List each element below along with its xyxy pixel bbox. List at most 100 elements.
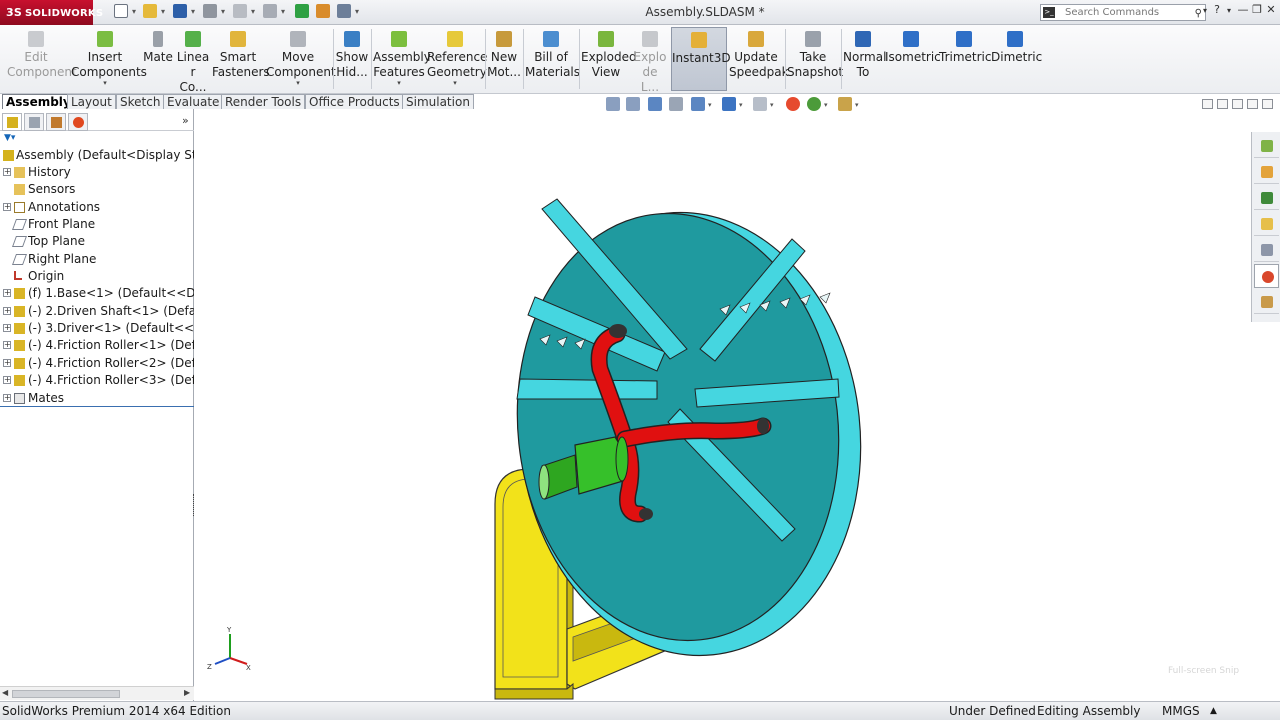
expand-icon[interactable]: + (3, 324, 11, 332)
tab-evaluate[interactable]: Evaluate (163, 94, 224, 109)
scrollbar-thumb[interactable] (12, 690, 120, 698)
move-component-dropdown-icon[interactable]: ▾ (266, 80, 330, 87)
tree-item-right-plane[interactable]: Right Plane (0, 251, 194, 268)
solidworks-logo[interactable]: 3S SOLIDWORKS (0, 0, 103, 25)
rebuild-icon[interactable] (295, 4, 309, 18)
file-properties-icon[interactable] (316, 4, 330, 18)
options-dropdown-icon[interactable]: ▾ (355, 7, 359, 16)
tree-item-driven-shaft[interactable]: + (-) 2.Driven Shaft<1> (Default< (0, 303, 194, 320)
smart-fasteners-button[interactable]: Smart Fasteners (212, 27, 270, 91)
view-orientation-icon[interactable] (691, 97, 705, 111)
tree-item-front-plane[interactable]: Front Plane (0, 216, 194, 233)
tab-assembly[interactable]: Assembly (2, 94, 75, 109)
new-dropdown-icon[interactable]: ▾ (132, 7, 136, 16)
tree-item-driver[interactable]: + (-) 3.Driver<1> (Default<<Defa (0, 320, 194, 337)
assembly-features-button[interactable]: Assembly Features ▾ (373, 27, 431, 91)
custom-properties-tab[interactable] (1254, 264, 1279, 288)
viewport-close-icon[interactable] (1262, 99, 1273, 109)
instant3d-button[interactable]: Instant3D (671, 27, 731, 91)
expand-icon[interactable]: + (3, 168, 11, 176)
viewport-restore-icon[interactable] (1247, 99, 1258, 109)
viewport-minimize-icon[interactable] (1232, 99, 1243, 109)
property-manager-tab-icon[interactable] (24, 113, 44, 131)
explode-line-sketch-button[interactable]: Explo de L... (633, 27, 667, 94)
save-dropdown-icon[interactable]: ▾ (191, 7, 195, 16)
show-hidden-components-button[interactable]: Show Hid... (335, 27, 369, 91)
view-palette-tab[interactable] (1254, 212, 1279, 236)
apply-scene-dropdown-icon[interactable]: ▾ (824, 101, 828, 109)
tree-item-assembly[interactable]: Assembly (Default<Display State- (0, 147, 194, 164)
save-icon[interactable] (173, 4, 187, 18)
horizontal-scrollbar[interactable]: ◀ ▶ (0, 686, 194, 700)
tree-item-base[interactable]: + (f) 1.Base<1> (Default<<Defaul (0, 285, 194, 302)
assembly-features-dropdown-icon[interactable]: ▾ (373, 80, 425, 87)
mate-button[interactable]: Mate (142, 27, 174, 91)
zoom-to-fit-icon[interactable] (606, 97, 620, 111)
tab-layout[interactable]: Layout (67, 94, 116, 109)
insert-components-button[interactable]: Insert Components ▾ (70, 27, 147, 91)
tab-render-tools[interactable]: Render Tools (221, 94, 306, 109)
tree-item-friction-roller-2[interactable]: + (-) 4.Friction Roller<2> (Default (0, 355, 194, 372)
zoom-to-area-icon[interactable] (626, 97, 640, 111)
print-dropdown-icon[interactable]: ▾ (221, 7, 225, 16)
undo-dropdown-icon[interactable]: ▾ (251, 7, 255, 16)
open-folder-icon[interactable] (143, 4, 157, 18)
graphics-area[interactable]: Y X Z (195, 109, 1251, 701)
tree-item-sensors[interactable]: Sensors (0, 181, 194, 198)
tab-simulation[interactable]: Simulation (402, 94, 474, 109)
expand-icon[interactable]: + (3, 376, 11, 384)
units-dropdown-icon[interactable]: ▲ (1210, 702, 1217, 720)
tree-item-mates[interactable]: + Mates (0, 390, 194, 407)
viewport-two-view-icon[interactable] (1217, 99, 1228, 109)
bill-of-materials-button[interactable]: Bill of Materials (525, 27, 580, 91)
expand-icon[interactable]: + (3, 307, 11, 315)
trimetric-button[interactable]: Trimetric (939, 27, 991, 91)
expand-icon[interactable]: + (3, 394, 11, 402)
tree-item-history[interactable]: + History (0, 164, 194, 181)
insert-components-dropdown-icon[interactable]: ▾ (70, 80, 140, 87)
expand-icon[interactable]: + (3, 359, 11, 367)
minimize-window-icon[interactable]: — (1236, 3, 1250, 16)
tree-item-origin[interactable]: Origin (0, 268, 194, 285)
reference-geometry-button[interactable]: Reference Geometry ▾ (427, 27, 487, 91)
design-library-tab[interactable] (1254, 160, 1279, 184)
view-settings-dropdown-icon[interactable]: ▾ (855, 101, 859, 109)
expand-icon[interactable]: + (3, 203, 11, 211)
expand-icon[interactable]: + (3, 341, 11, 349)
new-document-icon[interactable] (114, 4, 128, 18)
tree-item-friction-roller-3[interactable]: + (-) 4.Friction Roller<3> (Default (0, 372, 194, 389)
display-manager-tab-icon[interactable] (68, 113, 88, 131)
edit-component-button[interactable]: Edit Component (2, 27, 77, 91)
expand-icon[interactable]: + (3, 289, 11, 297)
feature-manager-tree-tab-icon[interactable] (2, 113, 22, 131)
viewport-single-view-icon[interactable] (1202, 99, 1213, 109)
filter-icon[interactable]: ▼▾ (4, 133, 15, 143)
tab-sketch[interactable]: Sketch (116, 94, 165, 109)
file-explorer-tab[interactable] (1254, 186, 1279, 210)
forum-tab[interactable] (1254, 290, 1279, 314)
print-icon[interactable] (203, 4, 217, 18)
open-dropdown-icon[interactable]: ▾ (161, 7, 165, 16)
close-window-icon[interactable]: ✕ (1264, 3, 1278, 16)
search-commands-input[interactable]: >_ Search Commands ⚲ (1040, 4, 1206, 21)
hide-show-dropdown-icon[interactable]: ▾ (770, 101, 774, 109)
select-dropdown-icon[interactable]: ▾ (281, 7, 285, 16)
tab-office-products[interactable]: Office Products (305, 94, 404, 109)
hide-show-items-icon[interactable] (753, 97, 767, 111)
tree-item-annotations[interactable]: + Annotations (0, 199, 194, 216)
isometric-button[interactable]: Isometric (885, 27, 941, 91)
section-view-icon[interactable] (669, 97, 683, 111)
collapse-panel-icon[interactable]: » (182, 114, 189, 127)
linear-component-pattern-button[interactable]: Linea r Co... ▾ (176, 27, 210, 102)
options-icon[interactable] (337, 4, 351, 18)
previous-view-icon[interactable] (648, 97, 662, 111)
tree-item-top-plane[interactable]: Top Plane (0, 233, 194, 250)
view-settings-icon[interactable] (838, 97, 852, 111)
edit-appearance-icon[interactable] (786, 97, 800, 111)
scroll-left-icon[interactable]: ◀ (2, 688, 8, 697)
help-dropdown-icon[interactable]: ▾ (1222, 6, 1236, 15)
tree-item-friction-roller-1[interactable]: + (-) 4.Friction Roller<1> (Default (0, 337, 194, 354)
appearances-tab[interactable] (1254, 238, 1279, 262)
normal-to-button[interactable]: Normal To (843, 27, 886, 91)
units-selector[interactable]: MMGS (1162, 702, 1200, 720)
